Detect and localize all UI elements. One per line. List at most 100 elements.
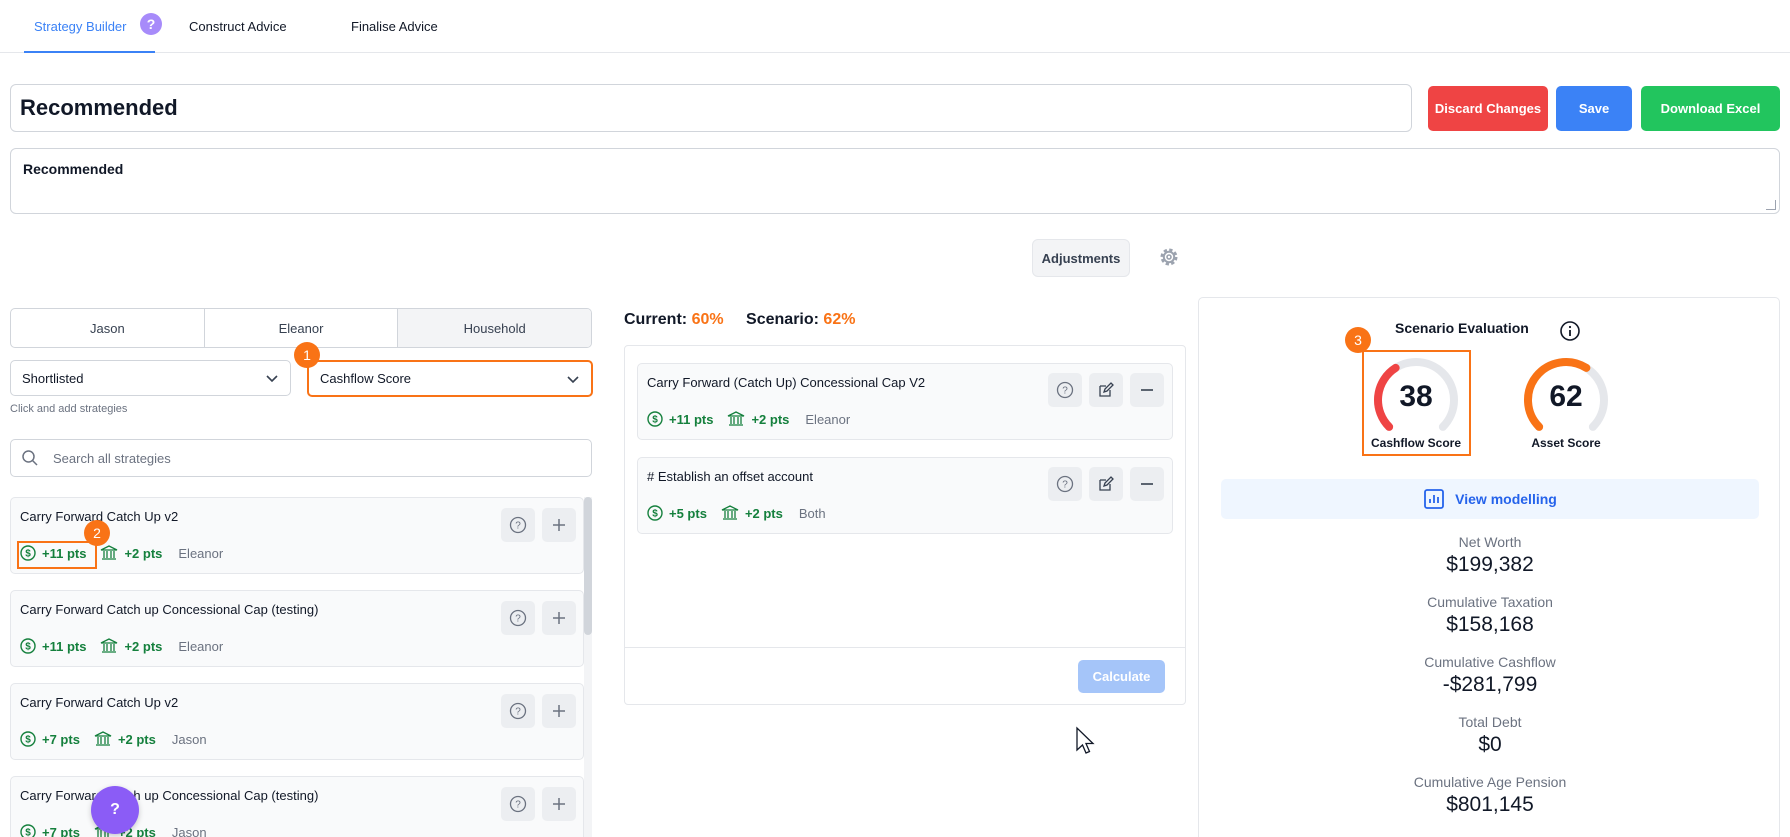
strategy-title-input[interactable]: Recommended bbox=[10, 84, 1412, 132]
tab-finalise-advice[interactable]: Finalise Advice bbox=[351, 0, 438, 52]
asset-points-value: +2 pts bbox=[751, 411, 790, 427]
svg-text:$: $ bbox=[25, 642, 31, 653]
search-box[interactable]: Search all strategies bbox=[10, 439, 592, 477]
strategy-description-textarea[interactable]: Recommended bbox=[10, 148, 1780, 214]
cashflow-points: $ +5 pts bbox=[647, 505, 707, 521]
metric-value: -$281,799 bbox=[1442, 673, 1538, 696]
dollar-icon: $ bbox=[20, 638, 36, 654]
strategy-owner: Jason bbox=[171, 824, 207, 837]
search-input[interactable]: Search all strategies bbox=[53, 451, 171, 466]
cashflow-points-value: +5 pts bbox=[669, 505, 707, 521]
dollar-icon: $ bbox=[647, 411, 663, 427]
scenario-value: 62% bbox=[823, 311, 856, 328]
help-fab-button[interactable]: ? bbox=[91, 786, 139, 834]
help-icon[interactable]: ? bbox=[140, 13, 162, 35]
svg-text:?: ? bbox=[515, 800, 521, 811]
plus-icon bbox=[553, 519, 565, 531]
list-filter-value: Shortlisted bbox=[22, 370, 84, 386]
svg-text:$: $ bbox=[652, 415, 658, 426]
strategy-owner: Both bbox=[798, 505, 826, 521]
score-filter-select[interactable]: Cashflow Score bbox=[307, 360, 593, 397]
cashflow-points-value: +7 pts bbox=[42, 731, 80, 747]
cashflow-points-value: +7 pts bbox=[42, 824, 80, 837]
strategy-card[interactable]: Carry Forward Catch up Concessional Cap … bbox=[10, 590, 584, 667]
strategy-info-button[interactable]: ? bbox=[501, 508, 535, 542]
metric-label: Net Worth bbox=[1458, 534, 1522, 550]
strategy-card[interactable]: Carry Forward Catch Up v2 $ +7 pts +2 pt… bbox=[10, 683, 584, 760]
strategy-info-button[interactable]: ? bbox=[1048, 467, 1082, 501]
question-circle-icon: ? bbox=[509, 702, 527, 720]
info-icon[interactable] bbox=[1559, 320, 1581, 342]
strategy-owner: Eleanor bbox=[178, 545, 224, 561]
add-strategy-button[interactable] bbox=[542, 601, 576, 635]
asset-points: +2 pts bbox=[727, 411, 789, 427]
available-strategies-list[interactable]: Carry Forward Catch Up v2 $ +11 pts +2 p… bbox=[10, 497, 592, 837]
person-tab-jason[interactable]: Jason bbox=[11, 309, 205, 347]
plus-icon bbox=[553, 705, 565, 717]
asset-points-value: +2 pts bbox=[124, 545, 163, 561]
cashflow-points: $ +7 pts bbox=[20, 731, 80, 747]
download-excel-button[interactable]: Download Excel bbox=[1641, 86, 1780, 131]
asset-points: +2 pts bbox=[100, 545, 162, 561]
svg-text:?: ? bbox=[515, 521, 521, 532]
selected-strategy-card[interactable]: # Establish an offset account $ +5 pts +… bbox=[637, 457, 1173, 534]
add-strategy-button[interactable] bbox=[542, 787, 576, 821]
svg-text:?: ? bbox=[1062, 480, 1068, 491]
save-button[interactable]: Save bbox=[1556, 86, 1632, 131]
person-tab-household[interactable]: Household bbox=[398, 309, 591, 347]
metric-value: $158,168 bbox=[1446, 613, 1534, 636]
edit-strategy-button[interactable] bbox=[1089, 467, 1123, 501]
asset-points: +2 pts bbox=[100, 638, 162, 654]
strategy-info-button[interactable]: ? bbox=[501, 787, 535, 821]
strategy-title: Carry Forward Catch Up v2 bbox=[20, 695, 179, 710]
mouse-cursor-icon bbox=[1076, 726, 1095, 754]
strategy-info-button[interactable]: ? bbox=[1048, 373, 1082, 407]
adjustments-button[interactable]: Adjustments bbox=[1032, 239, 1130, 277]
bar-chart-icon bbox=[1424, 489, 1445, 509]
remove-strategy-button[interactable] bbox=[1130, 467, 1164, 501]
question-circle-icon: ? bbox=[1056, 381, 1074, 399]
resize-handle[interactable] bbox=[1766, 200, 1776, 210]
current-value: 60% bbox=[691, 311, 724, 328]
cashflow-score-value: 38 bbox=[1399, 380, 1433, 413]
minus-icon bbox=[1141, 483, 1153, 485]
remove-strategy-button[interactable] bbox=[1130, 373, 1164, 407]
metric-cumulative-cashflow: Cumulative Cashflow -$281,799 bbox=[1221, 654, 1759, 697]
gear-icon[interactable] bbox=[1157, 245, 1181, 269]
svg-text:$: $ bbox=[25, 828, 31, 837]
tab-strategy-builder[interactable]: Strategy Builder bbox=[24, 0, 154, 53]
metric-label: Cumulative Cashflow bbox=[1424, 654, 1556, 670]
bank-icon bbox=[721, 505, 739, 520]
metric-value: $0 bbox=[1478, 733, 1502, 756]
list-filter-select[interactable]: Shortlisted bbox=[10, 360, 291, 396]
svg-text:?: ? bbox=[1062, 386, 1068, 397]
add-strategy-button[interactable] bbox=[542, 508, 576, 542]
tab-construct-advice[interactable]: Construct Advice bbox=[189, 0, 287, 52]
selected-strategy-card[interactable]: Carry Forward (Catch Up) Concessional Ca… bbox=[637, 363, 1173, 440]
cashflow-points: $ +11 pts bbox=[647, 411, 713, 427]
hint-text: Click and add strategies bbox=[10, 403, 128, 415]
scrollbar-thumb[interactable] bbox=[584, 497, 592, 635]
edit-strategy-button[interactable] bbox=[1089, 373, 1123, 407]
strategy-info-button[interactable]: ? bbox=[501, 694, 535, 728]
calculate-button[interactable]: Calculate bbox=[1078, 660, 1165, 693]
strategy-info-button[interactable]: ? bbox=[501, 601, 535, 635]
metric-net-worth: Net Worth $199,382 bbox=[1221, 534, 1759, 577]
discard-changes-button[interactable]: Discard Changes bbox=[1428, 86, 1548, 131]
description-text: Recommended bbox=[23, 161, 124, 177]
panel-divider bbox=[625, 647, 1185, 648]
cashflow-points-value: +11 pts bbox=[42, 638, 87, 654]
add-strategy-button[interactable] bbox=[542, 694, 576, 728]
svg-text:?: ? bbox=[515, 707, 521, 718]
selected-strategies-panel: Carry Forward (Catch Up) Concessional Ca… bbox=[624, 345, 1186, 705]
bank-icon bbox=[101, 638, 118, 653]
view-modelling-button[interactable]: View modelling bbox=[1221, 479, 1759, 519]
search-icon bbox=[22, 450, 38, 466]
svg-text:$: $ bbox=[652, 509, 658, 520]
asset-points-value: +2 pts bbox=[117, 731, 156, 747]
person-tab-eleanor[interactable]: Eleanor bbox=[205, 309, 399, 347]
strategy-title: # Establish an offset account bbox=[647, 469, 813, 484]
edit-icon bbox=[1099, 382, 1114, 397]
asset-points: +2 pts bbox=[94, 731, 156, 747]
metric-label: Cumulative Taxation bbox=[1427, 594, 1553, 610]
